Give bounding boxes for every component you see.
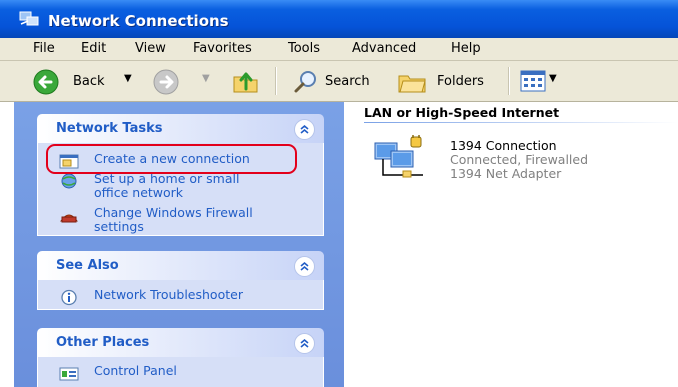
task-label-line1: Change Windows Firewall xyxy=(94,205,253,220)
search-label: Search xyxy=(325,74,370,89)
task-label-line2: office network xyxy=(94,185,184,200)
window-title: Network Connections xyxy=(48,12,229,30)
views-button[interactable]: ▼ xyxy=(518,61,568,101)
panel-title: Other Places xyxy=(56,335,150,350)
network-tasks-header[interactable]: Network Tasks xyxy=(37,114,324,143)
connection-name: 1394 Connection xyxy=(450,138,557,153)
menu-tools[interactable]: Tools xyxy=(288,41,320,56)
task-label: Network Troubleshooter xyxy=(94,287,243,302)
task-label: Create a new connection xyxy=(94,151,250,166)
network-connections-icon xyxy=(19,11,39,26)
task-control-panel[interactable]: Control Panel xyxy=(38,363,323,381)
toolbar-separator xyxy=(275,67,277,95)
menu-bar: File Edit View Favorites Tools Advanced … xyxy=(0,38,678,61)
collapse-icon[interactable] xyxy=(294,333,315,354)
chevron-down-icon[interactable]: ▼ xyxy=(124,73,132,84)
task-create-new-connection[interactable]: Create a new connection xyxy=(38,151,323,169)
panel-title: Network Tasks xyxy=(56,121,163,136)
new-connection-icon xyxy=(59,154,79,169)
control-panel-icon xyxy=(59,367,79,381)
connection-device: 1394 Net Adapter xyxy=(450,166,562,181)
network-tasks-panel: Network Tasks Create a new connection Se… xyxy=(37,114,324,236)
see-also-body: Network Troubleshooter xyxy=(37,280,324,310)
panel-title: See Also xyxy=(56,258,119,273)
firewall-icon xyxy=(60,214,78,223)
search-button[interactable]: Search xyxy=(290,61,390,101)
menu-view[interactable]: View xyxy=(135,41,166,56)
network-connection-icon xyxy=(374,135,423,178)
back-arrow-icon xyxy=(33,69,59,95)
task-label: Control Panel xyxy=(94,363,177,378)
folders-icon xyxy=(398,75,426,93)
folders-button[interactable]: Folders xyxy=(395,61,505,101)
home-network-icon xyxy=(61,173,77,189)
task-label-line1: Set up a home or small xyxy=(94,171,240,186)
connection-item-1394[interactable]: 1394 Connection Connected, Firewalled 13… xyxy=(364,135,664,185)
back-label: Back xyxy=(73,74,105,89)
collapse-icon[interactable] xyxy=(294,256,315,277)
folders-label: Folders xyxy=(437,74,484,89)
collapse-icon[interactable] xyxy=(294,119,315,140)
task-home-network[interactable]: Set up a home or small office network xyxy=(38,172,323,200)
task-label-line2: settings xyxy=(94,219,144,234)
connection-status: Connected, Firewalled xyxy=(450,152,589,167)
task-network-troubleshooter[interactable]: Network Troubleshooter xyxy=(38,287,323,306)
menu-help[interactable]: Help xyxy=(451,41,481,56)
network-connections-window: Network Connections File Edit View Favor… xyxy=(0,0,678,387)
chevron-down-icon[interactable]: ▼ xyxy=(202,73,210,84)
title-bar[interactable]: Network Connections xyxy=(0,0,678,38)
toolbar-separator xyxy=(508,67,510,95)
task-pane: Network Tasks Create a new connection Se… xyxy=(14,102,344,387)
task-change-firewall[interactable]: Change Windows Firewall settings xyxy=(38,206,323,234)
network-tasks-body: Create a new connection Set up a home or… xyxy=(37,143,324,236)
group-title: LAN or High-Speed Internet xyxy=(364,105,560,120)
menu-file[interactable]: File xyxy=(33,41,55,56)
forward-button[interactable]: ▼ xyxy=(150,61,220,101)
forward-arrow-icon xyxy=(153,69,179,95)
see-also-panel: See Also Network Troubleshooter xyxy=(37,251,324,310)
search-icon xyxy=(294,71,316,93)
content-area: LAN or High-Speed Internet 1394 Connecti… xyxy=(344,102,678,387)
other-places-body: Control Panel xyxy=(37,357,324,387)
see-also-header[interactable]: See Also xyxy=(37,251,324,280)
other-places-header[interactable]: Other Places xyxy=(37,328,324,357)
chevron-down-icon[interactable]: ▼ xyxy=(549,73,557,84)
menu-edit[interactable]: Edit xyxy=(81,41,106,56)
menu-favorites[interactable]: Favorites xyxy=(193,41,252,56)
group-divider xyxy=(364,122,678,123)
back-button[interactable]: Back ▼ xyxy=(30,61,140,101)
other-places-panel: Other Places Control Panel xyxy=(37,328,324,387)
views-icon xyxy=(520,70,546,92)
up-folder-icon[interactable] xyxy=(231,67,261,95)
toolbar: Back ▼ ▼ Search Folders ▼ xyxy=(0,61,678,102)
info-icon xyxy=(61,289,77,306)
menu-advanced[interactable]: Advanced xyxy=(352,41,416,56)
